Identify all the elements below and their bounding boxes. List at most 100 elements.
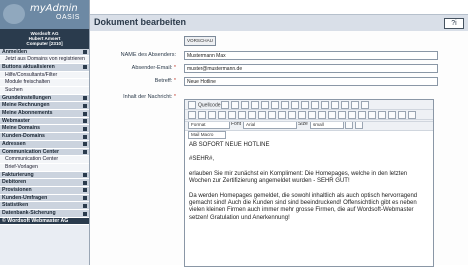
size-select[interactable]: small [310, 121, 344, 129]
sidebar-item-meine-domains[interactable]: Meine Domains [0, 125, 89, 134]
message-label: Inhalt der Nachricht: * [123, 94, 176, 100]
expand-box-icon [83, 150, 87, 155]
bold-icon[interactable] [188, 111, 196, 119]
template-icon[interactable] [241, 101, 249, 109]
replace-icon[interactable] [341, 101, 349, 109]
preview-icon[interactable] [231, 101, 239, 109]
ordered-list-icon[interactable] [248, 111, 256, 119]
content-paragraph: AB SOFORT NEUE HOTLINE [189, 142, 270, 148]
size-select-label: Size [298, 121, 308, 127]
rule-icon[interactable] [378, 111, 386, 119]
sidebar-item-suchen[interactable]: Suchen [0, 87, 89, 95]
select-all-icon[interactable] [351, 101, 359, 109]
sidebar-item-adressen[interactable]: Adressen [0, 140, 89, 149]
help-button[interactable]: ?i [444, 18, 464, 29]
superscript-icon[interactable] [238, 111, 246, 119]
align-center-icon[interactable] [298, 111, 306, 119]
sidebar-item-kunden-domains[interactable]: Kunden-Domains [0, 133, 89, 141]
link-icon[interactable] [328, 111, 336, 119]
sidebar-item-label: Anmelden [2, 48, 28, 55]
sidebar-item-label: Kunden-Umfragen [2, 194, 48, 201]
content-paragraph: erlauben Sie mir zunächst ein Kompliment… [189, 170, 408, 185]
expand-box-icon [83, 119, 87, 124]
sender-email-label: Absender-Email: * [131, 65, 176, 71]
image-icon[interactable] [358, 111, 366, 119]
new-doc-icon[interactable] [221, 101, 229, 109]
italic-icon[interactable] [198, 111, 206, 119]
smiley-icon[interactable] [388, 111, 396, 119]
sidebar-item-module-freischalten[interactable]: Module freischalten [0, 79, 89, 88]
page-break-icon[interactable] [408, 111, 416, 119]
sidebar-item-label: Buttons aktualisieren [2, 63, 55, 70]
sidebar-item-label: Webmaster [2, 117, 30, 124]
sidebar-item-label: Adressen [2, 140, 26, 147]
editor-toolbar-row-2 [185, 110, 433, 120]
sidebar-item-anmelden[interactable]: Anmelden [0, 48, 89, 57]
undo-icon[interactable] [311, 101, 319, 109]
anchor-icon[interactable] [348, 111, 356, 119]
sidebar-item-hilfe-consultants-filter[interactable]: Hilfe/Consultants/Filter [0, 71, 89, 80]
logo-app-name: myAdmin [30, 3, 78, 14]
special-char-icon[interactable] [398, 111, 406, 119]
sidebar-item-meine-rechnungen[interactable]: Meine Rechnungen [0, 102, 89, 111]
expand-box-icon [83, 142, 87, 147]
copy-icon[interactable] [261, 101, 269, 109]
paste-icon[interactable] [271, 101, 279, 109]
find-icon[interactable] [331, 101, 339, 109]
font-select[interactable]: Arial [243, 121, 297, 129]
underline-icon[interactable] [208, 111, 216, 119]
redo-icon[interactable] [321, 101, 329, 109]
sidebar-item-webmaster[interactable]: Webmaster [0, 117, 89, 126]
expand-box-icon [83, 96, 87, 101]
paste-word-icon[interactable] [291, 101, 299, 109]
expand-box-icon [83, 211, 87, 216]
page-header [90, 0, 468, 14]
sidebar-item-brief-vorlagen[interactable]: Brief-Vorlagen [0, 163, 89, 172]
subject-field[interactable] [184, 77, 438, 86]
sidebar-item-grundeinstellungen[interactable]: Grundeinstellungen [0, 94, 89, 103]
format-select[interactable]: Format [188, 121, 230, 129]
bg-color-icon[interactable] [355, 121, 363, 129]
unlink-icon[interactable] [338, 111, 346, 119]
align-left-icon[interactable] [288, 111, 296, 119]
sidebar-item-fakturierung[interactable]: Fakturierung [0, 171, 89, 180]
expand-box-icon [83, 203, 87, 208]
text-color-icon[interactable] [345, 121, 353, 129]
strike-icon[interactable] [218, 111, 226, 119]
outdent-icon[interactable] [268, 111, 276, 119]
sidebar-item-label: Fakturierung [2, 171, 34, 178]
align-right-icon[interactable] [308, 111, 316, 119]
remove-format-icon[interactable] [361, 101, 369, 109]
justify-icon[interactable] [318, 111, 326, 119]
sidebar-item-buttons-aktualisieren[interactable]: Buttons aktualisieren [0, 63, 89, 72]
sidebar-item-debitoren[interactable]: Debitoren [0, 179, 89, 187]
subject-label: Betreff: * [154, 78, 176, 84]
expand-box-icon [83, 134, 87, 139]
mail-macro-select[interactable]: Mail Macro [188, 131, 226, 139]
sidebar-item-kunden-umfragen[interactable]: Kunden-Umfragen [0, 194, 89, 203]
sidebar-item-communication-center[interactable]: Communication Center [0, 156, 89, 164]
cut-icon[interactable] [251, 101, 259, 109]
sidebar-item-meine-abonnements[interactable]: Meine Abonnements [0, 110, 89, 118]
expand-box-icon [83, 180, 87, 185]
editor-content[interactable]: AB SOFORT NEUE HOTLINE #SEHR#, erlauben … [189, 142, 425, 229]
preview-button[interactable]: VORSCHAU [184, 36, 216, 46]
table-icon[interactable] [368, 111, 376, 119]
color-buttons [345, 121, 365, 129]
sidebar: myAdmin OASIS Wordsoft AG Hubert Amsert … [0, 0, 90, 265]
sender-name-field[interactable] [184, 51, 438, 60]
sidebar-item-provisionen[interactable]: Provisionen [0, 186, 89, 195]
unordered-list-icon[interactable] [258, 111, 266, 119]
sender-email-field[interactable] [184, 64, 438, 73]
paste-text-icon[interactable] [281, 101, 289, 109]
font-select-label: Font [231, 121, 242, 127]
sidebar-item-statistiken[interactable]: Statistiken [0, 202, 89, 211]
print-icon[interactable] [301, 101, 309, 109]
sidebar-item-jetzt-aus-domains-von-registrieren[interactable]: Jetzt aus Domains von registrieren [0, 56, 89, 64]
sidebar-item-communication-center[interactable]: Communication Center [0, 148, 89, 157]
source-button[interactable]: Quellcode [188, 101, 221, 109]
sidebar-item-datenbank-sicherung[interactable]: Datenbank-Sicherung [0, 210, 89, 218]
subscript-icon[interactable] [228, 111, 236, 119]
indent-icon[interactable] [278, 111, 286, 119]
source-icon [188, 101, 196, 109]
